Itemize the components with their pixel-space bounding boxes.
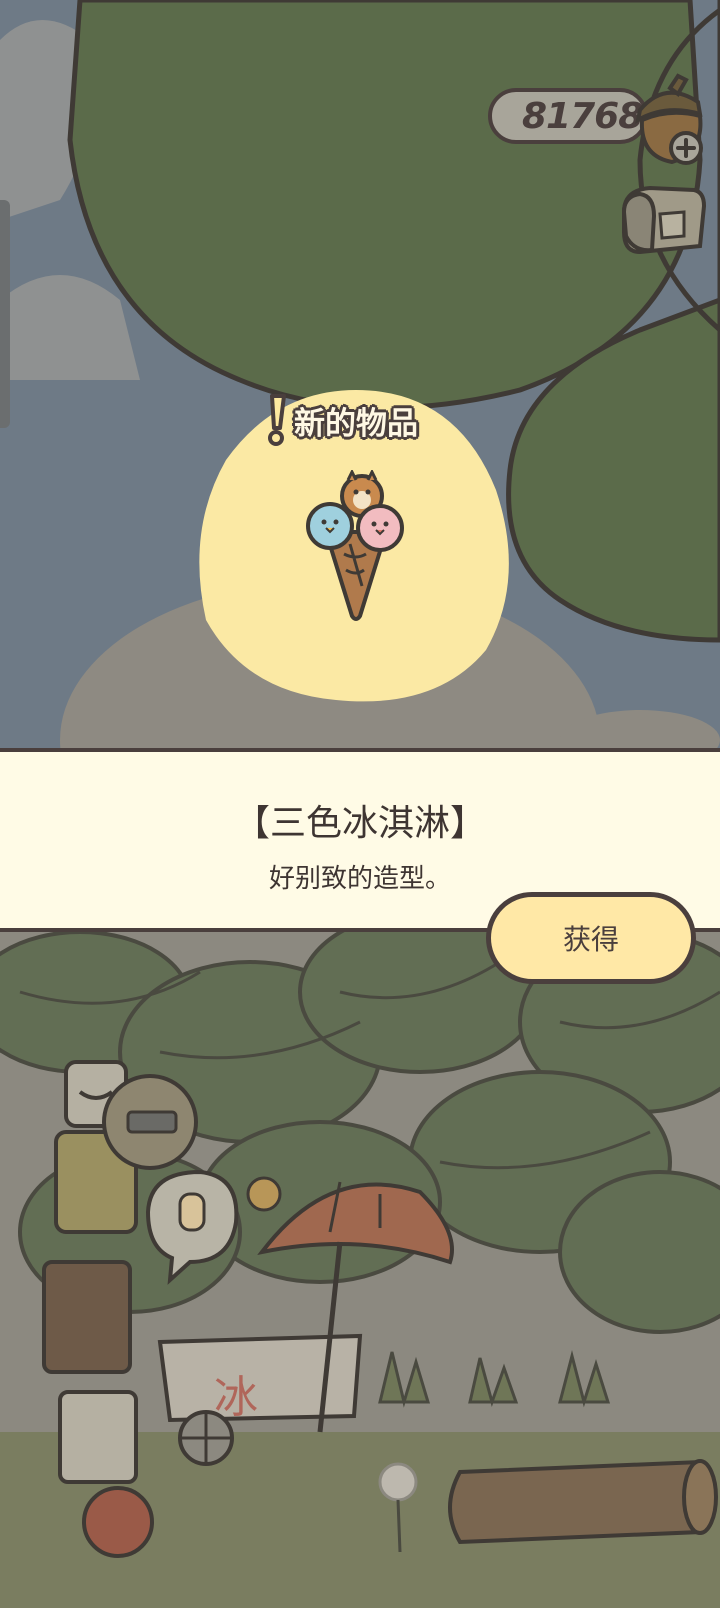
ice-cream-icon xyxy=(304,468,408,630)
obtain-button-label: 获得 xyxy=(562,923,619,956)
new-item-label: 新的物品 xyxy=(262,392,418,448)
background-scene-bottom: 冰 xyxy=(0,932,720,1608)
side-drawer-handle[interactable] xyxy=(0,200,10,428)
mailbox-icon[interactable] xyxy=(614,176,710,266)
plus-icon[interactable] xyxy=(668,130,704,166)
exclamation-icon xyxy=(262,392,292,448)
obtain-button[interactable]: 获得 xyxy=(486,892,696,984)
item-description: 好别致的造型。 xyxy=(268,864,451,894)
new-item-text: 新的物品 xyxy=(294,405,418,442)
item-name: 【三色冰淇淋】 xyxy=(233,803,486,844)
